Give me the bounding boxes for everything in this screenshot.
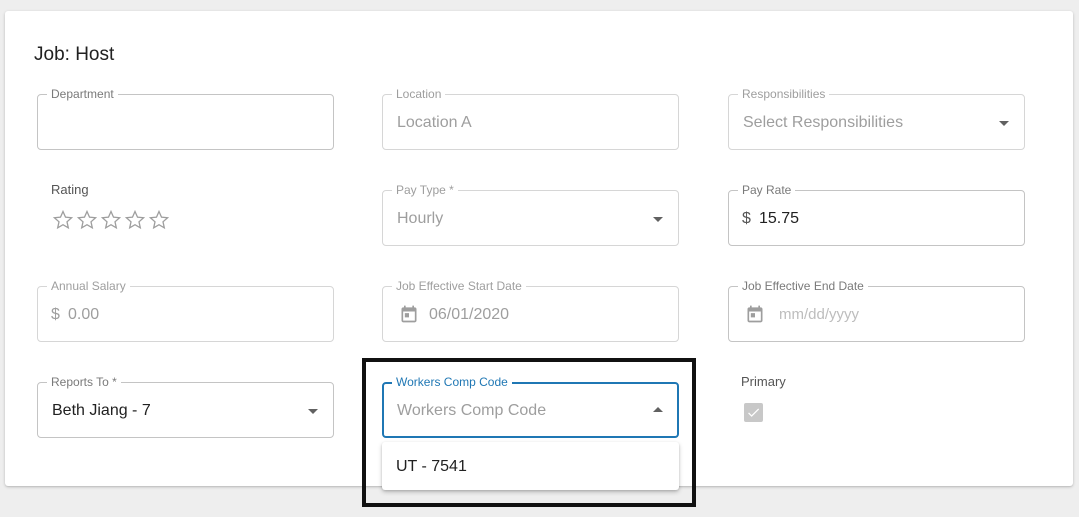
pay-rate-value: 15.75 [759,210,800,227]
responsibilities-select[interactable]: Responsibilities Select Responsibilities [728,87,1025,150]
reports-to-label: Reports To * [47,375,121,389]
annual-salary-field: Annual Salary $ 0.00 [37,279,334,342]
job-end-date-label: Job Effective End Date [738,279,868,293]
calendar-icon[interactable] [399,304,419,324]
primary-label: Primary [741,374,786,389]
workers-comp-code-select[interactable]: Workers Comp Code Workers Comp Code [382,375,679,438]
department-label: Department [47,87,118,101]
job-end-date-placeholder: mm/dd/yyyy [779,306,860,323]
pay-type-value: Hourly [397,210,444,227]
star-icon[interactable] [147,208,171,232]
annual-salary-value: 0.00 [68,306,100,323]
responsibilities-placeholder: Select Responsibilities [743,114,904,131]
rating-label: Rating [51,182,89,197]
primary-checkbox[interactable] [744,403,763,422]
job-start-date-label: Job Effective Start Date [392,279,526,293]
star-icon[interactable] [99,208,123,232]
pay-type-label: Pay Type * [392,183,458,197]
location-value: Location A [397,114,472,131]
workers-comp-code-option[interactable]: UT - 7541 [396,458,467,476]
department-field[interactable]: Department [37,87,334,150]
workers-comp-code-placeholder: Workers Comp Code [397,402,547,419]
job-end-date-field[interactable]: Job Effective End Date mm/dd/yyyy [728,279,1025,342]
currency-prefix: $ [742,210,751,227]
annual-salary-label: Annual Salary [47,279,130,293]
job-start-date-field[interactable]: Job Effective Start Date 06/01/2020 [382,279,679,342]
location-label: Location [392,87,446,101]
workers-comp-code-label: Workers Comp Code [392,375,512,389]
reports-to-select[interactable]: Reports To * Beth Jiang - 7 [37,375,334,438]
workers-comp-code-menu: UT - 7541 [382,442,679,490]
pay-rate-field[interactable]: Pay Rate $ 15.75 [728,183,1025,246]
check-icon [748,408,760,417]
pay-rate-label: Pay Rate [738,183,796,197]
reports-to-value: Beth Jiang - 7 [52,402,151,419]
chevron-down-icon [308,409,318,414]
star-icon[interactable] [75,208,99,232]
currency-prefix: $ [51,306,60,323]
chevron-down-icon [999,121,1009,126]
calendar-icon[interactable] [745,304,765,324]
chevron-up-icon [653,407,663,412]
rating-stars[interactable] [51,208,171,232]
star-icon[interactable] [123,208,147,232]
star-icon[interactable] [51,208,75,232]
page-title: Job: Host [34,44,115,65]
location-field: Location Location A [382,87,679,150]
chevron-down-icon [653,217,663,222]
responsibilities-label: Responsibilities [738,87,830,101]
pay-type-select[interactable]: Pay Type * Hourly [382,183,679,246]
job-start-date-value: 06/01/2020 [429,306,510,323]
